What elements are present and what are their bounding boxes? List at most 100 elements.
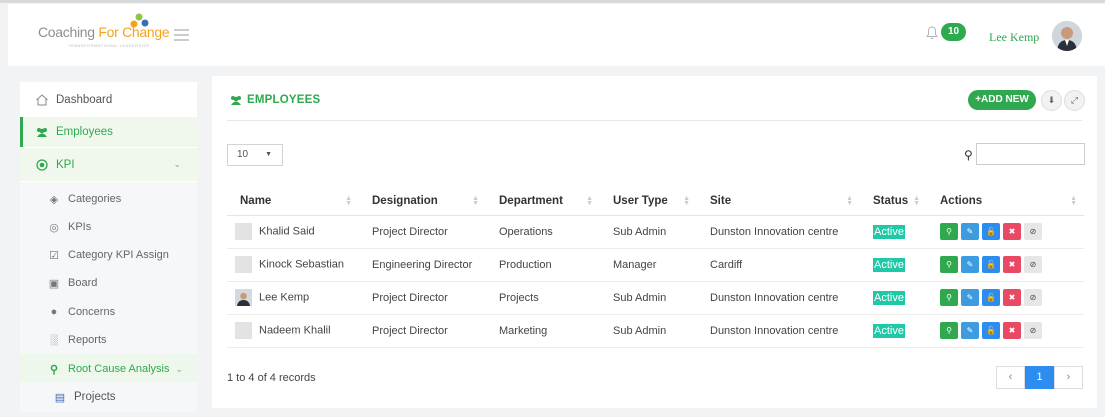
sidebar-item-kpis[interactable]: ◎ KPIs: [20, 212, 197, 242]
column-header-name[interactable]: Name ▲ ▼: [227, 188, 359, 216]
top-header: Coaching For Change TRANSFORMATIONAL LEA…: [8, 4, 1105, 66]
sidebar-item-dashboard[interactable]: Dashboard: [20, 85, 197, 115]
view-button[interactable]: ⚲: [940, 256, 958, 273]
user-name[interactable]: Lee Kemp: [989, 30, 1039, 45]
column-header-label: Designation: [372, 195, 438, 208]
user-avatar[interactable]: [1052, 21, 1082, 51]
sort-icon: ▲ ▼: [1070, 195, 1077, 207]
cell-user-type: Sub Admin: [600, 314, 697, 348]
employee-name: Lee Kemp: [259, 291, 310, 304]
column-header-label: Department: [499, 195, 563, 208]
search-input[interactable]: [976, 143, 1085, 165]
board-icon: ▣: [48, 277, 60, 290]
cell-site: Dunston Innovation centre: [697, 314, 860, 348]
column-header-user-type[interactable]: User Type ▲ ▼: [600, 188, 697, 216]
sidebar-item-concerns[interactable]: ● Concerns: [20, 297, 197, 327]
expand-icon[interactable]: ⤢: [1064, 90, 1085, 111]
chevron-down-icon: ⌄: [173, 159, 181, 169]
add-new-button[interactable]: +ADD NEW: [968, 90, 1036, 110]
sort-icon: ▲ ▼: [683, 195, 690, 207]
logo-tagline: TRANSFORMATIONAL LEADERSHIP: [68, 43, 150, 48]
tags-icon: ◈: [49, 193, 59, 206]
column-header-department[interactable]: Department ▲ ▼: [486, 188, 600, 216]
sidebar-item-employees[interactable]: Employees: [20, 117, 197, 147]
sort-icon: ▲ ▼: [846, 195, 853, 207]
sidebar-item-category-kpi-assign[interactable]: ☑ Category KPI Assign: [20, 240, 197, 270]
sidebar-item-label: Reports: [68, 334, 107, 346]
cell-name: Khalid Said: [227, 215, 359, 249]
block-button[interactable]: ⊘: [1024, 223, 1042, 240]
sidebar-item-reports[interactable]: ░ Reports: [20, 325, 197, 355]
sort-icon: ▲ ▼: [345, 195, 352, 207]
page-length-select[interactable]: 10 ▼: [227, 144, 283, 166]
column-header-status[interactable]: Status ▲ ▼: [860, 188, 927, 216]
notification-badge[interactable]: 10: [941, 23, 966, 41]
sidebar-item-board[interactable]: ▣ Board: [20, 268, 197, 298]
view-button[interactable]: ⚲: [940, 289, 958, 306]
sidebar-item-label: Projects: [74, 391, 116, 403]
view-button[interactable]: ⚲: [940, 322, 958, 339]
cell-designation: Engineering Director: [359, 248, 486, 282]
edit-button[interactable]: ✎: [961, 322, 979, 339]
download-icon[interactable]: ⬇: [1041, 90, 1062, 111]
cell-actions: ⚲ ✎ 🔓 ✖ ⊘: [927, 314, 1084, 348]
sidebar-item-label: Employees: [56, 126, 113, 138]
avatar: [235, 289, 252, 306]
target-icon: [36, 158, 48, 171]
unlock-button[interactable]: 🔓: [982, 223, 1000, 240]
next-page-button[interactable]: ›: [1054, 366, 1083, 389]
bell-icon[interactable]: [926, 26, 938, 40]
sidebar-item-root-cause-analysis[interactable]: ⚲ Root Cause Analysis ⌄: [20, 354, 197, 384]
edit-button[interactable]: ✎: [961, 289, 979, 306]
sidebar-item-label: Concerns: [68, 306, 116, 318]
prev-page-button[interactable]: ‹: [996, 366, 1025, 389]
cell-name: Lee Kemp: [227, 281, 359, 315]
users-icon: [37, 127, 47, 137]
unlock-button[interactable]: 🔓: [982, 289, 1000, 306]
delete-button[interactable]: ✖: [1003, 223, 1021, 240]
delete-button[interactable]: ✖: [1003, 289, 1021, 306]
unlock-button[interactable]: 🔓: [982, 322, 1000, 339]
block-button[interactable]: ⊘: [1024, 289, 1042, 306]
search-icon: ⚲: [964, 148, 973, 162]
edit-button[interactable]: ✎: [961, 223, 979, 240]
block-button[interactable]: ⊘: [1024, 256, 1042, 273]
sidebar-item-kpi[interactable]: KPI ⌄: [20, 148, 197, 181]
logo-word-coaching: Coaching: [38, 24, 95, 40]
column-header-label: User Type: [613, 195, 668, 208]
hamburger-menu-icon[interactable]: [174, 29, 189, 41]
sidebar: Dashboard Employees KPI ⌄ ◈ Categories ◎…: [20, 82, 197, 412]
users-icon: [231, 95, 241, 105]
view-button[interactable]: ⚲: [940, 223, 958, 240]
column-header-designation[interactable]: Designation ▲ ▼: [359, 188, 486, 216]
sidebar-item-label: Board: [68, 277, 98, 289]
delete-button[interactable]: ✖: [1003, 322, 1021, 339]
search-icon: ⚲: [49, 363, 59, 376]
page-1-button[interactable]: 1: [1025, 366, 1054, 389]
comment-icon: ●: [50, 306, 58, 318]
cell-user-type: Sub Admin: [600, 281, 697, 315]
page-title: EMPLOYEES: [229, 94, 320, 106]
cell-actions: ⚲ ✎ 🔓 ✖ ⊘: [927, 248, 1084, 282]
check-square-icon: ☑: [49, 249, 59, 262]
target-icon: ◎: [49, 221, 59, 234]
sidebar-item-categories[interactable]: ◈ Categories: [20, 184, 197, 214]
sidebar-item-label: KPI: [56, 158, 75, 171]
column-header-site[interactable]: Site ▲ ▼: [697, 188, 860, 216]
cell-designation: Project Director: [359, 314, 486, 348]
cell-user-type: Sub Admin: [600, 215, 697, 249]
sort-icon: ▲ ▼: [472, 195, 479, 207]
status-badge: Active: [873, 257, 905, 272]
table-row: Lee Kemp Project Director Projects Sub A…: [227, 281, 1084, 315]
column-header-actions[interactable]: Actions ▲ ▼: [927, 188, 1084, 216]
delete-button[interactable]: ✖: [1003, 256, 1021, 273]
home-icon: [36, 94, 48, 106]
unlock-button[interactable]: 🔓: [982, 256, 1000, 273]
logo-word-for: For: [98, 24, 119, 40]
cell-actions: ⚲ ✎ 🔓 ✖ ⊘: [927, 215, 1084, 249]
sidebar-item-projects[interactable]: ▤ Projects: [20, 382, 197, 412]
divider: [227, 120, 1082, 121]
edit-button[interactable]: ✎: [961, 256, 979, 273]
cell-department: Marketing: [486, 314, 600, 348]
block-button[interactable]: ⊘: [1024, 322, 1042, 339]
